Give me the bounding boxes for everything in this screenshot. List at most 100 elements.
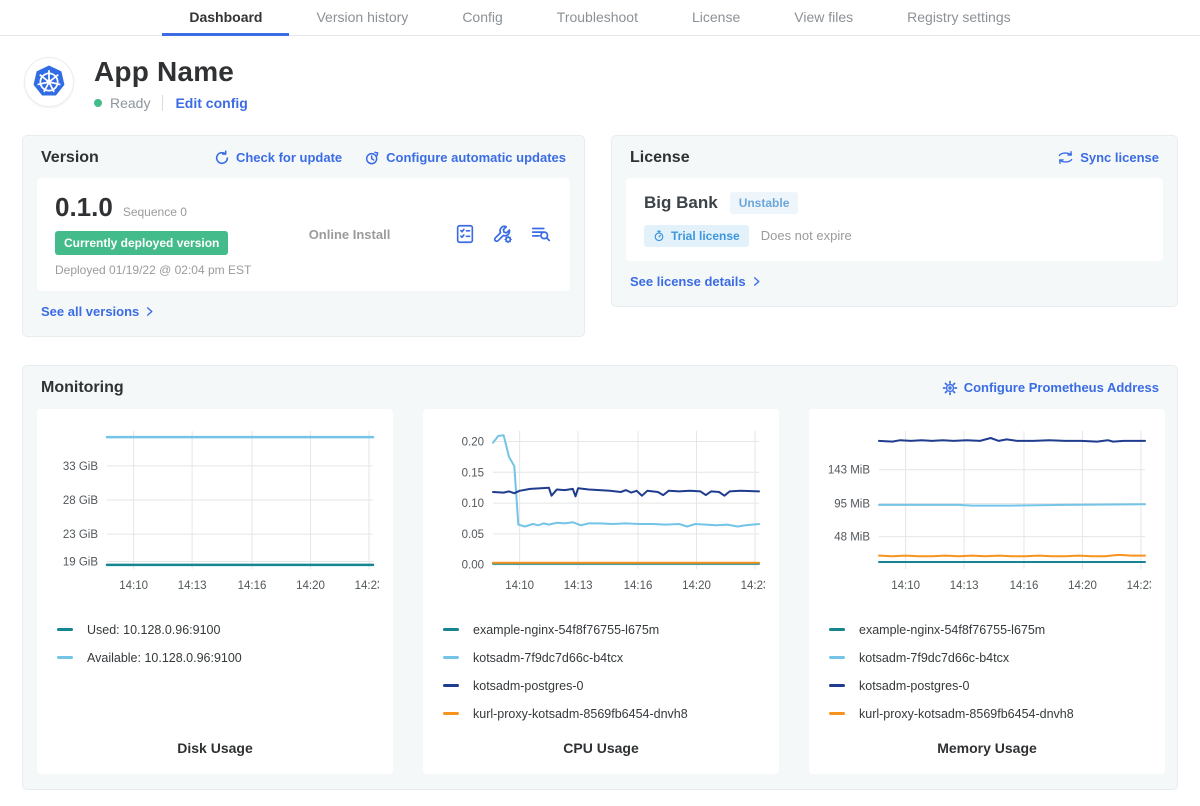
memory-usage-title: Memory Usage — [823, 728, 1151, 756]
legend-swatch — [57, 656, 73, 659]
trial-license-badge: Trial license — [644, 225, 749, 247]
svg-text:14:13: 14:13 — [564, 580, 593, 592]
svg-text:48 MiB: 48 MiB — [834, 531, 870, 543]
svg-text:0.10: 0.10 — [462, 498, 484, 510]
svg-text:14:20: 14:20 — [296, 580, 325, 592]
license-card: License Sync license Big Bank Unstable — [611, 135, 1178, 307]
monitoring-title: Monitoring — [41, 379, 124, 397]
see-all-versions-link[interactable]: See all versions — [41, 304, 155, 319]
cpu-usage-chart-card: 0.000.050.100.150.2014:1014:1314:1614:20… — [423, 409, 779, 774]
disk-usage-plot: 19 GiB23 GiB28 GiB33 GiB14:1014:1314:161… — [51, 423, 379, 602]
svg-text:14:10: 14:10 — [891, 580, 920, 592]
configure-prometheus-button[interactable]: Configure Prometheus Address — [942, 380, 1159, 396]
legend-label: kurl-proxy-kotsadm-8569fb6454-dnvh8 — [859, 707, 1074, 721]
svg-text:23 GiB: 23 GiB — [63, 529, 98, 541]
legend-swatch — [443, 712, 459, 715]
divider — [162, 95, 163, 111]
tab-version-history[interactable]: Version history — [289, 0, 435, 36]
deployed-timestamp: Deployed 01/19/22 @ 02:04 pm EST — [55, 263, 300, 277]
legend-item: kotsadm-7f9dc7d66c-b4tcx — [829, 644, 1145, 672]
chevron-right-icon — [751, 276, 762, 287]
legend-item: kurl-proxy-kotsadm-8569fb6454-dnvh8 — [829, 700, 1145, 728]
page-title: App Name — [94, 57, 248, 88]
app-logo — [24, 57, 74, 107]
svg-text:14:23: 14:23 — [741, 580, 765, 592]
see-license-details-link[interactable]: See license details — [630, 274, 762, 289]
svg-text:14:20: 14:20 — [1068, 580, 1097, 592]
legend-item: example-nginx-54f8f76755-l675m — [829, 616, 1145, 644]
legend-item: kotsadm-postgres-0 — [829, 672, 1145, 700]
svg-text:14:16: 14:16 — [624, 580, 653, 592]
legend-label: kotsadm-7f9dc7d66c-b4tcx — [473, 651, 623, 665]
legend-swatch — [443, 628, 459, 631]
license-details-box: Big Bank Unstable Trial license Does not… — [626, 178, 1163, 261]
svg-text:33 GiB: 33 GiB — [63, 461, 98, 473]
svg-text:14:13: 14:13 — [178, 580, 207, 592]
tab-registry-settings[interactable]: Registry settings — [880, 0, 1037, 36]
memory-usage-legend: example-nginx-54f8f76755-l675m kotsadm-7f… — [823, 616, 1151, 728]
stopwatch-icon — [653, 230, 665, 242]
legend-swatch — [829, 656, 845, 659]
tab-dashboard[interactable]: Dashboard — [162, 0, 289, 36]
cpu-usage-plot: 0.000.050.100.150.2014:1014:1314:1614:20… — [437, 423, 765, 602]
current-version-box: 0.1.0 Sequence 0 Currently deployed vers… — [37, 178, 570, 291]
svg-text:0.00: 0.00 — [462, 559, 484, 571]
legend-swatch — [443, 684, 459, 687]
sync-icon — [1057, 150, 1074, 165]
schedule-update-icon — [364, 150, 380, 166]
legend-swatch — [829, 712, 845, 715]
tab-troubleshoot[interactable]: Troubleshoot — [530, 0, 665, 36]
svg-text:14:16: 14:16 — [238, 580, 267, 592]
check-for-update-button[interactable]: Check for update — [214, 150, 342, 166]
cpu-usage-title: CPU Usage — [437, 728, 765, 756]
configure-automatic-updates-button[interactable]: Configure automatic updates — [364, 150, 566, 166]
license-card-title: License — [630, 149, 690, 167]
monitoring-card: Monitoring Configure Prometheus Address … — [22, 365, 1178, 790]
legend-swatch — [57, 628, 73, 631]
gear-icon — [942, 380, 958, 396]
svg-text:14:23: 14:23 — [355, 580, 379, 592]
license-name: Big Bank — [644, 193, 718, 213]
sync-license-button[interactable]: Sync license — [1057, 150, 1159, 165]
version-sequence: Sequence 0 — [123, 205, 187, 219]
version-card: Version Check for update — [22, 135, 585, 337]
svg-text:95 MiB: 95 MiB — [834, 498, 870, 510]
svg-text:14:10: 14:10 — [119, 580, 148, 592]
legend-item: Available: 10.128.0.96:9100 — [57, 644, 373, 672]
app-status: Ready — [110, 95, 150, 111]
svg-text:0.05: 0.05 — [462, 529, 484, 541]
disk-usage-legend: Used: 10.128.0.96:9100Available: 10.128.… — [51, 616, 379, 672]
legend-label: Available: 10.128.0.96:9100 — [87, 651, 242, 665]
chevron-right-icon — [144, 306, 155, 317]
edit-config-link[interactable]: Edit config — [175, 95, 247, 111]
refresh-icon — [214, 150, 230, 166]
disk-usage-chart-card: 19 GiB23 GiB28 GiB33 GiB14:1014:1314:161… — [37, 409, 393, 774]
legend-swatch — [829, 628, 845, 631]
legend-item: example-nginx-54f8f76755-l675m — [443, 616, 759, 644]
license-expiry: Does not expire — [761, 228, 852, 243]
disk-usage-title: Disk Usage — [51, 728, 379, 756]
edit-config-wrench-icon[interactable] — [492, 223, 514, 245]
kubernetes-icon — [31, 64, 67, 100]
svg-text:14:23: 14:23 — [1127, 580, 1151, 592]
tab-config[interactable]: Config — [435, 0, 529, 36]
svg-text:0.20: 0.20 — [462, 436, 484, 448]
tab-view-files[interactable]: View files — [767, 0, 880, 36]
legend-swatch — [443, 656, 459, 659]
legend-label: example-nginx-54f8f76755-l675m — [859, 623, 1045, 637]
svg-text:14:20: 14:20 — [682, 580, 711, 592]
dashboard-page: DashboardVersion historyConfigTroublesho… — [0, 0, 1200, 790]
legend-item: kotsadm-postgres-0 — [443, 672, 759, 700]
top-nav: DashboardVersion historyConfigTroublesho… — [0, 0, 1200, 36]
memory-usage-plot: 48 MiB95 MiB143 MiB14:1014:1314:1614:201… — [823, 423, 1151, 602]
cpu-usage-legend: example-nginx-54f8f76755-l675m kotsadm-7f… — [437, 616, 765, 728]
preflight-checks-icon[interactable] — [454, 223, 476, 245]
svg-text:28 GiB: 28 GiB — [63, 495, 98, 507]
legend-label: example-nginx-54f8f76755-l675m — [473, 623, 659, 637]
svg-text:14:10: 14:10 — [505, 580, 534, 592]
status-ready-dot — [94, 99, 102, 107]
charts-row: 19 GiB23 GiB28 GiB33 GiB14:1014:1314:161… — [37, 409, 1163, 774]
tab-license[interactable]: License — [665, 0, 767, 36]
deploy-logs-icon[interactable] — [530, 223, 552, 245]
svg-text:14:16: 14:16 — [1010, 580, 1039, 592]
